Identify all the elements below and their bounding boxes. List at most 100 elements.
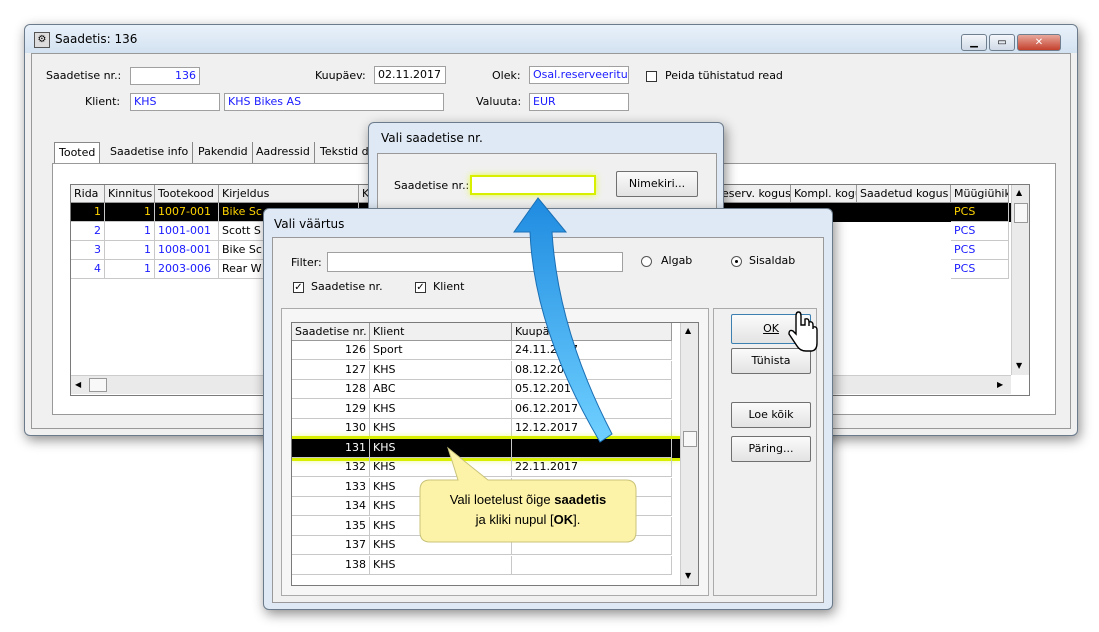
ok-button-label: OK — [763, 322, 779, 335]
nr-cell: 130 — [292, 419, 370, 438]
minimize-button[interactable]: ▁ — [961, 34, 987, 51]
col-kompl-kogus[interactable]: Kompl. kogu — [791, 185, 857, 203]
rida-cell: 3 — [71, 241, 105, 260]
nr-cell: 138 — [292, 555, 370, 575]
klient-cell: KHS — [370, 360, 512, 380]
col-tootekood[interactable]: Tootekood — [155, 185, 219, 203]
list-item[interactable]: 130 KHS 12.12.2017 — [292, 419, 680, 438]
nr-cell: 128 — [292, 380, 370, 399]
nr-cell: 134 — [292, 497, 370, 516]
tab-saadetise-info[interactable]: Saadetise info — [106, 142, 194, 164]
uhik-cell: PCS — [951, 222, 1009, 241]
saadetise-dialog-label: Saadetise nr.: — [394, 179, 470, 192]
callout-text: Vali loetelust õige saadetis ja kliki nu… — [418, 490, 638, 530]
klient-cell: ABC — [370, 380, 512, 399]
rida-cell: 1 — [71, 203, 105, 222]
nimekiri-button[interactable]: Nimekiri... — [616, 171, 698, 197]
uhik-cell: PCS — [951, 260, 1009, 279]
annotation-arrow — [513, 197, 613, 443]
maximize-button[interactable]: ▭ — [989, 34, 1015, 51]
list-scroll-thumb[interactable] — [683, 431, 697, 447]
kinnitus-cell: 1 — [105, 241, 155, 260]
kinnitus-cell: 1 — [105, 260, 155, 279]
list-item[interactable]: 129 KHS 06.12.2017 — [292, 399, 680, 419]
scroll-left-arrow-icon[interactable]: ◀ — [75, 380, 81, 389]
tootekood-cell: 2003-006 — [155, 260, 219, 279]
col-rida[interactable]: Rida — [71, 185, 105, 203]
nr-cell: 129 — [292, 399, 370, 419]
tootekood-cell: 1001-001 — [155, 222, 219, 241]
uhik-cell: PCS — [951, 203, 1009, 222]
vertical-scrollbar[interactable]: ▲ ▼ — [1011, 185, 1029, 375]
saadetise-nr-label: Saadetise nr.: — [46, 69, 122, 82]
saadetise-nr-checkbox[interactable]: ✓ — [293, 282, 304, 293]
klient-cell: KHS — [370, 399, 512, 419]
tab-aadressid[interactable]: Aadressid — [252, 142, 315, 164]
peida-label: Peida tühistatud read — [665, 69, 783, 82]
nr-cell: 133 — [292, 477, 370, 497]
kinnitus-cell: 1 — [105, 222, 155, 241]
col-saadetud-kogus[interactable]: Saadetud kogus — [857, 185, 951, 203]
list-scroll-up-icon[interactable]: ▲ — [685, 326, 691, 335]
klient-code-field[interactable]: KHS — [130, 93, 220, 111]
algab-radio[interactable] — [641, 256, 652, 267]
h-scroll-thumb[interactable] — [89, 378, 107, 392]
scroll-down-arrow-icon[interactable]: ▼ — [1016, 361, 1022, 370]
list-item[interactable]: 128 ABC 05.12.2017 — [292, 380, 680, 399]
tootekood-cell: 1007-001 — [155, 203, 219, 222]
callout-line1: Vali loetelust õige — [449, 492, 555, 507]
tab-tekstid[interactable]: Tekstid d — [316, 142, 373, 164]
klient-cell: KHS — [370, 555, 512, 575]
sisaldab-radio[interactable] — [731, 256, 742, 267]
olek-field: Osal.reserveeritud — [529, 66, 629, 84]
col-kirjeldus[interactable]: Kirjeldus — [219, 185, 359, 203]
klient-cell: KHS — [370, 419, 512, 438]
paring-button[interactable]: Päring... — [731, 436, 811, 462]
col-klient[interactable]: Klient — [370, 323, 512, 341]
list-scroll-down-icon[interactable]: ▼ — [685, 571, 691, 580]
scroll-thumb[interactable] — [1014, 203, 1028, 223]
klient-cell: Sport — [370, 341, 512, 360]
nr-cell: 137 — [292, 536, 370, 555]
vaartus-dialog-title: Vali väärtus — [274, 217, 345, 231]
callout-line1-bold: saadetis — [554, 492, 607, 507]
tootekood-cell: 1008-001 — [155, 241, 219, 260]
nr-cell: 126 — [292, 341, 370, 360]
list-item[interactable]: 127 KHS 08.12.2017 — [292, 360, 680, 380]
saadetise-dialog-title: Vali saadetise nr. — [381, 131, 483, 145]
klient-label: Klient: — [85, 95, 121, 108]
list-item[interactable]: 138 KHS — [292, 555, 680, 575]
main-title-bar: ⚙ Saadetis: 136 ▁ ▭ ✕ — [25, 25, 1077, 53]
filter-label: Filter: — [291, 256, 322, 269]
saadetise-nr-checkbox-label: Saadetise nr. — [311, 280, 383, 293]
klient-checkbox-label: Klient — [433, 280, 465, 293]
hand-cursor-icon — [788, 311, 818, 352]
algab-label: Algab — [661, 254, 693, 267]
valuuta-field[interactable]: EUR — [529, 93, 629, 111]
rida-cell: 2 — [71, 222, 105, 241]
scroll-up-arrow-icon[interactable]: ▲ — [1016, 188, 1022, 197]
olek-label: Olek: — [492, 69, 521, 82]
valuuta-label: Valuuta: — [476, 95, 522, 108]
instruction-callout: Vali loetelust õige saadetis ja kliki nu… — [418, 446, 638, 544]
close-button[interactable]: ✕ — [1017, 34, 1061, 51]
tab-pakendid[interactable]: Pakendid — [194, 142, 253, 164]
col-reserv-kogus[interactable]: eserv. kogus — [719, 185, 791, 203]
col-muugiuhik[interactable]: Müügiühik — [951, 185, 1009, 203]
col-saadetise-nr[interactable]: Saadetise nr. — [292, 323, 370, 341]
tab-tooted[interactable]: Tooted — [54, 142, 101, 165]
scroll-right-arrow-icon[interactable]: ▶ — [997, 380, 1003, 389]
klient-checkbox[interactable]: ✓ — [415, 282, 426, 293]
callout-line2-suffix: ]. — [573, 512, 581, 527]
loe-koik-button[interactable]: Loe kõik — [731, 402, 811, 428]
main-window-title: Saadetis: 136 — [55, 32, 138, 46]
nr-cell: 131 — [292, 438, 370, 458]
peida-checkbox[interactable] — [646, 71, 657, 82]
saadetise-nr-field[interactable]: 136 — [130, 67, 200, 85]
list-item[interactable]: 126 Sport 24.11.2017 — [292, 341, 680, 360]
col-kinnitus[interactable]: Kinnitus — [105, 185, 155, 203]
kuupaev-field[interactable]: 02.11.2017 — [374, 66, 446, 84]
sisaldab-label: Sisaldab — [749, 254, 796, 267]
list-scrollbar[interactable]: ▲ ▼ — [680, 323, 698, 585]
rida-cell: 4 — [71, 260, 105, 279]
